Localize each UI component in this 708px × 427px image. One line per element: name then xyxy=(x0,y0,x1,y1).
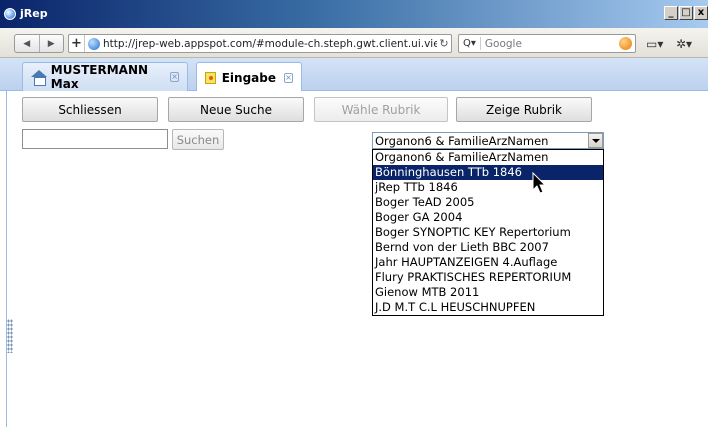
show-rubric-button[interactable]: Zeige Rubrik xyxy=(456,97,592,122)
minimize-button[interactable]: _ xyxy=(664,6,678,20)
dropdown-option[interactable]: jRep TTb 1846 xyxy=(373,180,603,195)
dropdown-option[interactable]: J.D M.T C.L HEUSCHNUPFEN xyxy=(373,300,603,315)
page-menu-icon[interactable]: ▭▾ xyxy=(646,37,663,51)
tab-mustermann[interactable]: MUSTERMANN Max × xyxy=(22,62,188,91)
repertory-select[interactable]: Organon6 & FamilieArzNamen xyxy=(372,132,604,149)
tab-label: MUSTERMANN Max xyxy=(50,63,149,91)
window-title: jRep xyxy=(20,7,48,20)
repertory-dropdown-list: Organon6 & FamilieArzNamen Bönninghausen… xyxy=(372,149,604,316)
search-go-icon[interactable] xyxy=(619,37,632,50)
search-button[interactable]: Suchen xyxy=(172,129,224,150)
choose-rubric-button[interactable]: Wähle Rubrik xyxy=(314,97,448,122)
close-tab-icon[interactable]: × xyxy=(170,72,179,82)
gear-icon[interactable]: ✲▾ xyxy=(676,37,692,51)
nav-buttons: ◀ ▶ xyxy=(14,34,64,53)
browser-search-bar[interactable]: Q▾ Google xyxy=(458,34,636,53)
dropdown-option[interactable]: Gienow MTB 2011 xyxy=(373,285,603,300)
dropdown-option-highlighted[interactable]: Bönninghausen TTb 1846 xyxy=(373,165,603,180)
dropdown-option[interactable]: Boger SYNOPTIC KEY Repertorium xyxy=(373,225,603,240)
form-icon xyxy=(205,71,216,84)
app-icon xyxy=(4,8,16,20)
dropdown-option[interactable]: Jahr HAUPTANZEIGEN 4.Auflage xyxy=(373,255,603,270)
close-window-button[interactable]: x xyxy=(694,6,708,20)
tab-eingabe[interactable]: Eingabe × xyxy=(196,62,302,92)
window-controls: _ □ x xyxy=(664,6,708,20)
back-arrow-icon[interactable]: ◀ xyxy=(15,35,39,52)
search-engine-name: Google xyxy=(484,37,522,50)
window-titlebar: jRep _ □ x xyxy=(0,0,708,28)
home-icon xyxy=(31,70,47,86)
chevron-down-icon[interactable] xyxy=(588,133,603,148)
forward-arrow-icon[interactable]: ▶ xyxy=(38,35,64,52)
splitter-handle[interactable] xyxy=(7,319,13,353)
url-text[interactable]: http://jrep-web.appspot.com/#module-ch.s… xyxy=(103,38,437,50)
search-input[interactable] xyxy=(22,129,168,149)
dropdown-option[interactable]: Flury PRAKTISCHES REPERTORIUM xyxy=(373,270,603,285)
maximize-button[interactable]: □ xyxy=(679,6,693,20)
close-tab-icon[interactable]: × xyxy=(284,72,293,83)
browser-toolbar: ◀ ▶ + http://jrep-web.appspot.com/#modul… xyxy=(0,28,708,58)
mouse-cursor-icon xyxy=(532,172,547,194)
dropdown-option[interactable]: Organon6 & FamilieArzNamen xyxy=(373,150,603,165)
selected-value: Organon6 & FamilieArzNamen xyxy=(375,133,549,148)
globe-icon xyxy=(88,37,100,50)
close-button[interactable]: Schliessen xyxy=(22,97,158,122)
new-search-button[interactable]: Neue Suche xyxy=(168,97,304,122)
app-tabbar: MUSTERMANN Max × Eingabe × xyxy=(0,58,708,92)
search-engine-icon[interactable]: Q▾ xyxy=(459,38,480,49)
tab-label: Eingabe xyxy=(221,70,277,85)
dropdown-option[interactable]: Bernd von der Lieth BBC 2007 xyxy=(373,240,603,255)
dropdown-option[interactable]: Boger TeAD 2005 xyxy=(373,195,603,210)
reload-icon[interactable]: ↻ xyxy=(437,37,451,50)
address-bar[interactable]: + http://jrep-web.appspot.com/#module-ch… xyxy=(68,34,452,53)
plus-icon[interactable]: + xyxy=(69,35,85,52)
dropdown-option[interactable]: Boger GA 2004 xyxy=(373,210,603,225)
